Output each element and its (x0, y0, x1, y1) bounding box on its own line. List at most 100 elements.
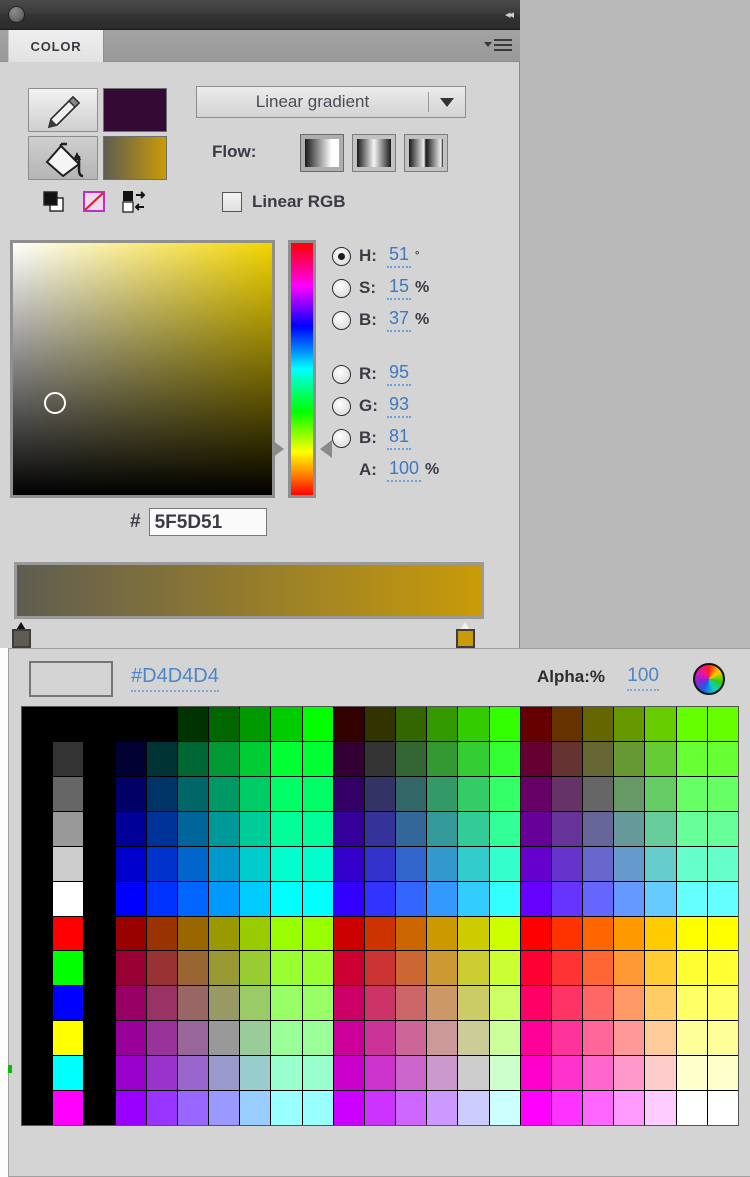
swatch-cell[interactable] (520, 1091, 551, 1125)
swatch-cell[interactable] (333, 707, 364, 741)
swatch-cell[interactable] (645, 916, 676, 951)
swatch-cell[interactable] (614, 986, 645, 1021)
swatch-cell[interactable] (302, 741, 333, 776)
swatch-cell[interactable] (146, 881, 177, 916)
swatch-cell[interactable] (645, 951, 676, 986)
swatch-cell[interactable] (302, 846, 333, 881)
gradient-stop-right[interactable] (456, 622, 475, 648)
swatch-cell[interactable] (520, 811, 551, 846)
swatch-cell[interactable] (520, 776, 551, 811)
no-color-icon[interactable] (82, 190, 108, 214)
swatch-cell[interactable] (364, 1021, 396, 1056)
swatch-cell[interactable] (84, 1091, 115, 1125)
swatch-cell[interactable] (22, 951, 53, 986)
swatch-cell[interactable] (22, 811, 53, 846)
swatch-cell[interactable] (489, 846, 520, 881)
swatch-cell[interactable] (53, 707, 84, 741)
swatch-cell[interactable] (333, 776, 364, 811)
swatch-cell[interactable] (209, 707, 240, 741)
swatch-cell[interactable] (240, 741, 271, 776)
swatch-cell[interactable] (302, 707, 333, 741)
swatch-cell[interactable] (427, 916, 458, 951)
swatch-cell[interactable] (53, 776, 84, 811)
swatch-cell[interactable] (271, 846, 302, 881)
swatch-cell[interactable] (271, 986, 302, 1021)
channel-value-r[interactable]: 95 (387, 362, 412, 386)
swatch-cell[interactable] (489, 1091, 520, 1125)
swatch-cell[interactable] (707, 986, 738, 1021)
panel-titlebar[interactable]: ◂◂ (0, 0, 520, 30)
swatch-cell[interactable] (271, 1091, 302, 1125)
swatch-cell[interactable] (364, 916, 396, 951)
linear-rgb-checkbox[interactable] (222, 192, 242, 212)
channel-radio-g[interactable] (332, 396, 351, 416)
swatch-cell[interactable] (177, 811, 209, 846)
swatch-cell[interactable] (271, 951, 302, 986)
swatch-cell[interactable] (177, 986, 209, 1021)
swatch-cell[interactable] (676, 1056, 707, 1091)
channel-row-r[interactable]: R: 95 (332, 358, 512, 390)
swatch-cell[interactable] (115, 1021, 146, 1056)
swatch-cell[interactable] (707, 951, 738, 986)
swatch-cell[interactable] (645, 707, 676, 741)
swatch-cell[interactable] (146, 1091, 177, 1125)
swatch-cell[interactable] (520, 1056, 551, 1091)
swatch-cell[interactable] (583, 776, 614, 811)
swatch-cell[interactable] (614, 951, 645, 986)
swatch-cell[interactable] (22, 741, 53, 776)
swatch-cell[interactable] (271, 776, 302, 811)
swatch-cell[interactable] (84, 776, 115, 811)
swatch-cell[interactable] (115, 881, 146, 916)
swatch-cell[interactable] (53, 1021, 84, 1056)
channel-radio-r[interactable] (332, 364, 351, 384)
swatch-cell[interactable] (707, 846, 738, 881)
swatch-cell[interactable] (53, 846, 84, 881)
swatch-cell[interactable] (458, 741, 489, 776)
swatch-cell[interactable] (676, 741, 707, 776)
swatch-cell[interactable] (614, 741, 645, 776)
swatch-cell[interactable] (583, 916, 614, 951)
swatch-cell[interactable] (22, 986, 53, 1021)
swatch-cell[interactable] (333, 1021, 364, 1056)
swatch-cell[interactable] (240, 1021, 271, 1056)
swatch-cell[interactable] (427, 811, 458, 846)
swatch-cell[interactable] (84, 916, 115, 951)
swatch-cell[interactable] (302, 951, 333, 986)
gradient-stop-swatch[interactable] (12, 629, 31, 648)
hue-marker-left-icon[interactable] (272, 440, 284, 458)
swatch-cell[interactable] (364, 1056, 396, 1091)
swatch-cell[interactable] (489, 986, 520, 1021)
swatch-cell[interactable] (707, 707, 738, 741)
swatch-cell[interactable] (209, 881, 240, 916)
swatch-cell[interactable] (209, 846, 240, 881)
swatch-cell[interactable] (333, 951, 364, 986)
swatch-cell[interactable] (489, 776, 520, 811)
channel-radio-b[interactable] (332, 310, 351, 330)
channel-value-b2[interactable]: 81 (387, 426, 412, 450)
swatch-cell[interactable] (396, 741, 427, 776)
swatch-cell[interactable] (240, 986, 271, 1021)
swatch-cell[interactable] (302, 881, 333, 916)
panel-menu-icon[interactable] (484, 38, 512, 54)
swatch-cell[interactable] (271, 741, 302, 776)
swatch-cell[interactable] (551, 1021, 583, 1056)
swatch-cell[interactable] (209, 776, 240, 811)
collapse-left-icon[interactable]: ◂◂ (490, 9, 514, 21)
swatch-cell[interactable] (115, 707, 146, 741)
swatch-cell[interactable] (614, 707, 645, 741)
swatch-cell[interactable] (22, 707, 53, 741)
channel-radio-b2[interactable] (332, 428, 351, 448)
swatch-cell[interactable] (209, 951, 240, 986)
swatch-cell[interactable] (645, 1056, 676, 1091)
swatch-cell[interactable] (520, 707, 551, 741)
swatch-cell[interactable] (676, 1021, 707, 1056)
swatch-cell[interactable] (489, 1056, 520, 1091)
swatch-cell[interactable] (707, 1056, 738, 1091)
swatch-cell[interactable] (115, 811, 146, 846)
swatch-cell[interactable] (333, 916, 364, 951)
swatch-cell[interactable] (22, 1091, 53, 1125)
swatch-cell[interactable] (458, 986, 489, 1021)
swatch-cell[interactable] (22, 916, 53, 951)
swatch-cell[interactable] (707, 1091, 738, 1125)
swatch-cell[interactable] (458, 1091, 489, 1125)
